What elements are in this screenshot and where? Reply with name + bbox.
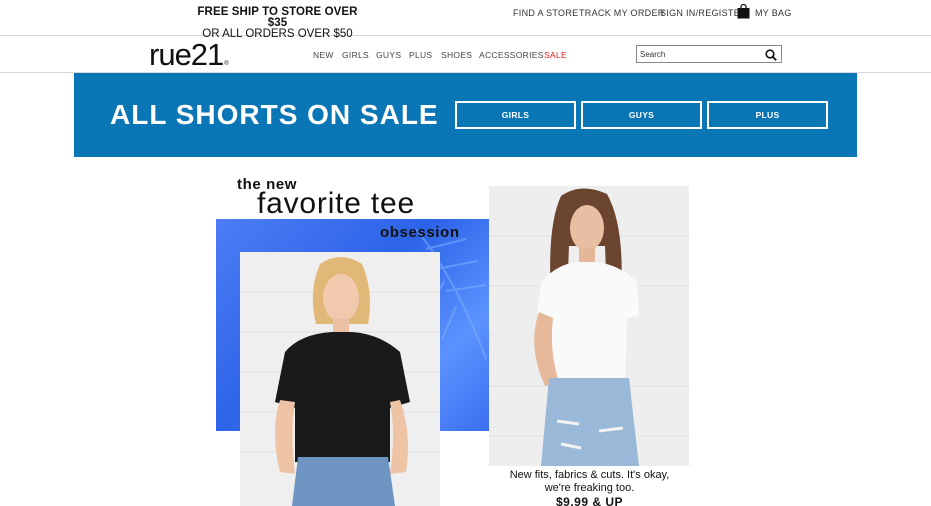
- nav-item-accessories[interactable]: ACCESSORIES: [479, 50, 544, 60]
- logo-text: rue21: [149, 37, 224, 72]
- headline-favorite-tee: favorite tee: [257, 187, 416, 220]
- shipping-promo-line1: FREE SHIP TO STORE OVER $35: [197, 6, 358, 29]
- find-store-link[interactable]: FIND A STORE: [513, 8, 578, 18]
- shorts-sale-banner[interactable]: ALL SHORTS ON SALE GIRLS GUYS PLUS: [74, 73, 857, 157]
- shopping-bag-icon[interactable]: [737, 3, 750, 19]
- banner-plus-button[interactable]: PLUS: [707, 101, 828, 129]
- favorite-tee-promo[interactable]: the new favorite tee obsession New fits,…: [0, 160, 931, 506]
- model-photo-black-tee[interactable]: [240, 252, 440, 506]
- main-nav: rue21® NEW GIRLS GUYS PLUS SHOES ACCESSO…: [0, 37, 931, 73]
- headline-obsession: obsession: [380, 224, 460, 241]
- banner-girls-button[interactable]: GIRLS: [455, 101, 576, 129]
- nav-item-sale[interactable]: SALE: [544, 50, 567, 60]
- nav-item-shoes[interactable]: SHOES: [441, 50, 472, 60]
- shipping-promo[interactable]: FREE SHIP TO STORE OVER $35 OR ALL ORDER…: [190, 6, 365, 40]
- model-photo-white-tee[interactable]: [489, 186, 689, 466]
- banner-title: ALL SHORTS ON SALE: [110, 99, 439, 130]
- utility-bar: FREE SHIP TO STORE OVER $35 OR ALL ORDER…: [0, 0, 931, 40]
- my-bag-link[interactable]: MY BAG: [755, 8, 792, 18]
- banner-guys-button[interactable]: GUYS: [581, 101, 702, 129]
- search-box: [636, 45, 782, 63]
- logo-registered-mark: ®: [224, 61, 229, 67]
- nav-item-new[interactable]: NEW: [313, 50, 334, 60]
- nav-item-guys[interactable]: GUYS: [376, 50, 401, 60]
- search-icon[interactable]: [765, 48, 777, 61]
- track-order-link[interactable]: TRACK MY ORDER: [579, 8, 665, 18]
- rue21-logo[interactable]: rue21®: [149, 37, 229, 73]
- nav-item-girls[interactable]: GIRLS: [342, 50, 369, 60]
- promo-price: $9.99 & UP: [555, 495, 624, 506]
- sign-in-link[interactable]: SIGN IN/REGISTER: [660, 8, 747, 18]
- promo-caption: New fits, fabrics & cuts. It's okay, we'…: [509, 469, 670, 494]
- nav-item-plus[interactable]: PLUS: [409, 50, 432, 60]
- search-input[interactable]: [640, 47, 760, 61]
